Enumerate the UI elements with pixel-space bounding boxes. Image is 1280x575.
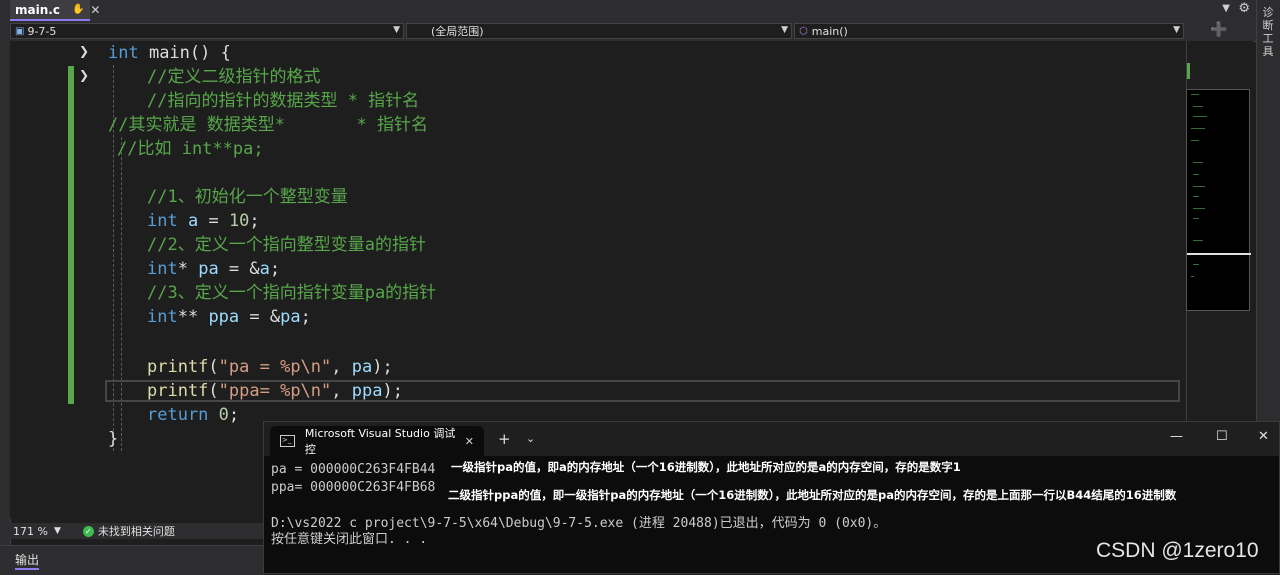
tab-label: main.c xyxy=(15,2,60,17)
code-line: int** ppa = &pa; xyxy=(147,307,311,327)
code-line: int* pa = &a; xyxy=(147,259,281,279)
pin-icon[interactable]: ✋ xyxy=(72,4,84,15)
fold-chevron-icon[interactable]: ❯ xyxy=(79,44,89,58)
diagnostic-tools-tab[interactable]: 诊断工具 xyxy=(1261,6,1275,58)
tab-list-dropdown-icon[interactable]: ▼ xyxy=(1222,3,1230,14)
code-line: //3、定义一个指向指针变量pa的指针 xyxy=(147,283,437,303)
indent-guide xyxy=(121,137,122,451)
console-tab-title: Microsoft Visual Studio 调试控 xyxy=(304,427,456,456)
console-titlebar: >_ Microsoft Visual Studio 调试控 ✕ + ⌄ — ☐… xyxy=(264,422,1279,456)
code-line: //定义二级指针的格式 xyxy=(147,67,321,87)
zoom-level[interactable]: 171 % xyxy=(13,525,48,538)
check-circle-icon: ✓ xyxy=(82,525,94,537)
code-line: //指向的指针的数据类型 * 指针名 xyxy=(147,91,420,111)
project-dropdown[interactable]: ▣ 9-7-5 ▼ xyxy=(10,23,404,39)
chevron-down-icon: ▼ xyxy=(393,25,400,35)
console-output-line: pa = 000000C263F4FB44 xyxy=(271,462,436,477)
minimap-viewport-indicator xyxy=(1187,253,1251,255)
watermark: CSDN @1zero10 xyxy=(1096,539,1259,562)
code-line: int a = 10; xyxy=(147,211,260,231)
output-panel-header: 输出 xyxy=(0,545,264,575)
chevron-down-icon[interactable]: ⌄ xyxy=(526,432,535,445)
split-editor-icon[interactable]: ➕ xyxy=(1210,22,1227,38)
annotation-text: 二级指针ppa的值，即一级指针pa的内存地址（一个16进制数），此地址所对应的是… xyxy=(448,487,1177,503)
change-indicator-bar xyxy=(68,66,74,404)
tab-main-c[interactable]: main.c ✋ ✕ xyxy=(10,0,100,21)
scope-dropdown[interactable]: (全局范围) ▼ xyxy=(406,23,792,39)
code-line: printf("pa = %p\n", pa); xyxy=(147,357,393,377)
function-label: main() xyxy=(811,24,848,38)
annotation-text: 一级指针pa的值，即a的内存地址（一个16进制数），此地址所对应的是a的内存空间… xyxy=(451,459,961,475)
close-icon[interactable]: ✕ xyxy=(1258,429,1269,444)
code-line: //比如 int**pa; xyxy=(117,139,264,159)
output-tab[interactable]: 输出 xyxy=(15,551,40,570)
terminal-icon: >_ xyxy=(280,435,295,447)
code-line: //2、定义一个指向整型变量a的指针 xyxy=(147,235,426,255)
project-icon: ▣ xyxy=(15,25,25,37)
function-dropdown[interactable]: ⬡ main() ▼ xyxy=(794,23,1184,39)
console-tab[interactable]: >_ Microsoft Visual Studio 调试控 ✕ xyxy=(270,426,484,456)
maximize-icon[interactable]: ☐ xyxy=(1216,429,1228,444)
project-label: 9-7-5 xyxy=(27,24,57,38)
code-line: //其实就是 数据类型* * 指针名 xyxy=(108,115,429,135)
code-line: } xyxy=(108,429,119,449)
close-icon[interactable]: ✕ xyxy=(465,435,474,448)
chevron-down-icon[interactable]: ▼ xyxy=(54,526,61,536)
function-cube-icon: ⬡ xyxy=(799,25,808,37)
gear-icon[interactable]: ⚙ xyxy=(1238,1,1250,16)
code-line: int main() { xyxy=(108,43,231,63)
fold-chevron-icon[interactable]: ❯ xyxy=(79,68,89,82)
editor-status-bar: 171 % ▼ ✓ 未找到相关问题 xyxy=(10,523,264,539)
document-tab-bar: main.c ✋ ✕ ▼ ⚙ xyxy=(10,0,1256,21)
minimize-icon[interactable]: — xyxy=(1170,429,1183,444)
chevron-down-icon: ▼ xyxy=(1173,25,1180,35)
new-tab-plus-icon[interactable]: + xyxy=(498,430,511,448)
console-output-line: 按任意键关闭此窗口. . . xyxy=(271,532,428,547)
change-marker xyxy=(1187,63,1190,79)
close-icon[interactable]: ✕ xyxy=(90,3,100,17)
chevron-down-icon: ▼ xyxy=(781,25,788,35)
code-line: //1、初始化一个整型变量 xyxy=(147,187,348,207)
navigation-bar: ▣ 9-7-5 ▼ (全局范围) ▼ ⬡ main() ▼ ➕ xyxy=(10,21,1256,42)
code-line: return 0; xyxy=(147,405,240,425)
code-line: printf("ppa= %p\n", ppa); xyxy=(147,381,403,401)
scope-label: (全局范围) xyxy=(431,25,484,38)
code-minimap[interactable] xyxy=(1186,89,1251,311)
console-output-line: ppa= 000000C263F4FB68 xyxy=(271,480,436,495)
issues-status[interactable]: 未找到相关问题 xyxy=(98,523,175,539)
